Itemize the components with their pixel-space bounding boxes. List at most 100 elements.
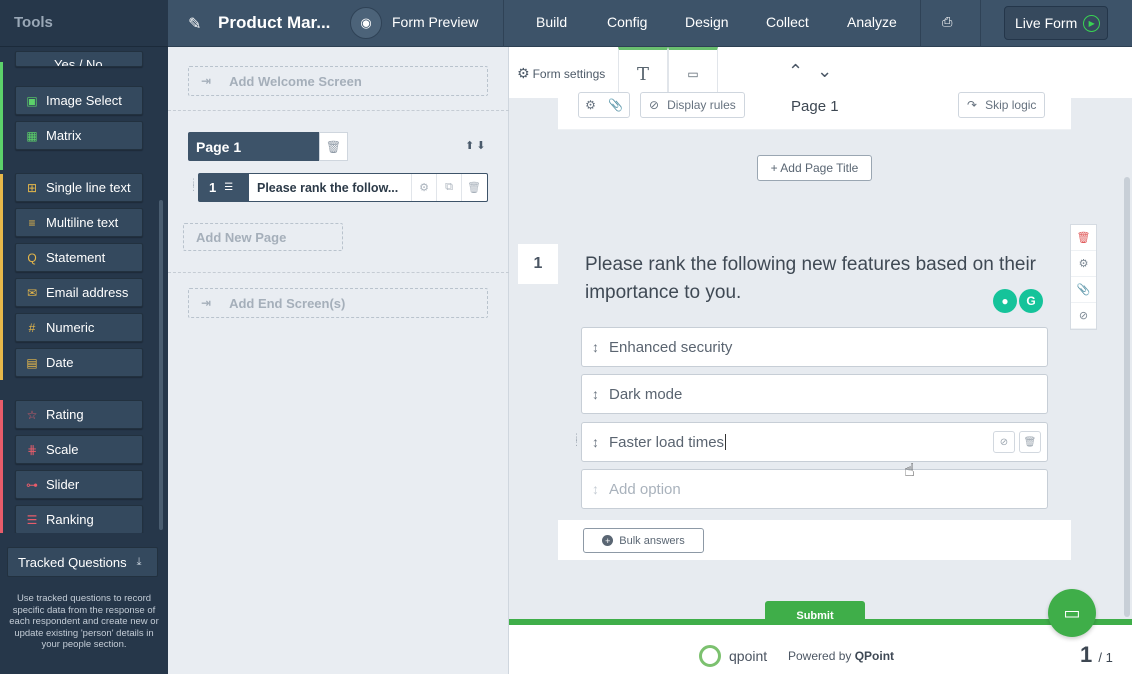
tracked-questions-description: Use tracked questions to record specific…: [9, 593, 159, 650]
tools-scrollbar[interactable]: [159, 200, 163, 530]
add-page-title-button[interactable]: + Add Page Title: [757, 155, 872, 181]
single-line-icon: ⊞: [26, 180, 38, 195]
move-page-icons[interactable]: ⬆⬇: [465, 139, 487, 152]
ranking-icon: ☰: [26, 512, 38, 527]
drag-vertical-icon[interactable]: ↕: [592, 434, 599, 450]
toggle-icon[interactable]: ▭: [668, 47, 718, 98]
copy-icon[interactable]: ⧉: [436, 174, 461, 201]
trash-icon[interactable]: 🗑: [1071, 225, 1096, 251]
trash-icon[interactable]: 🗑: [461, 174, 486, 201]
edit-icon[interactable]: ✎: [188, 14, 201, 34]
form-preview-link[interactable]: Form Preview: [392, 14, 478, 30]
add-new-page-button[interactable]: Add New Page: [183, 223, 343, 251]
tab-collect[interactable]: Collect: [766, 14, 809, 30]
tools-sidebar: Tools Yes / No ▣ Image Select ▦ Matrix ⊞…: [0, 0, 168, 674]
add-option-input[interactable]: ↕ Add option: [581, 469, 1048, 509]
display-rules-button[interactable]: ⊘ Display rules: [640, 92, 745, 118]
powered-by: Powered by QPoint: [788, 649, 895, 663]
skip-logic-button[interactable]: ↷ Skip logic: [958, 92, 1046, 118]
gear-icon[interactable]: ⚙: [1071, 251, 1096, 277]
structure-question-item[interactable]: 1 ☰ Please rank the follow... ⚙ ⧉ 🗑: [198, 173, 488, 202]
tool-single-line-text[interactable]: ⊞ Single line text: [15, 173, 143, 202]
image-icon: ▣: [26, 93, 38, 108]
live-form-button[interactable]: Live Form ▶: [1004, 6, 1108, 40]
sign-in-icon: ⇥: [201, 74, 212, 88]
plus-circle-icon: +: [602, 535, 614, 546]
grammarly-widget[interactable]: ● G: [991, 289, 1043, 313]
tab-build[interactable]: Build: [536, 14, 567, 30]
option-row[interactable]: ↕ Dark mode: [581, 374, 1048, 414]
ranking-icon: ☰: [224, 182, 234, 193]
tool-date[interactable]: ▤ Date: [15, 348, 143, 377]
print-icon[interactable]: ⎙: [942, 14, 952, 30]
page-counter: 1 / 1: [1080, 642, 1113, 667]
add-welcome-screen-button[interactable]: ⇥ Add Welcome Screen: [188, 66, 488, 96]
tool-multiline-text[interactable]: ≡ Multiline text: [15, 208, 143, 237]
email-icon: ✉: [26, 285, 38, 300]
add-end-screen-button[interactable]: ⇥ Add End Screen(s): [188, 288, 488, 318]
question-title[interactable]: Please rank the following new features b…: [585, 251, 1055, 307]
matrix-icon: ▦: [26, 128, 38, 143]
eye-off-icon[interactable]: ⊘: [1071, 303, 1096, 329]
question-nav-arrows[interactable]: ⌃⌄: [788, 61, 846, 82]
tool-matrix[interactable]: ▦ Matrix: [15, 121, 143, 150]
option-row[interactable]: ↕ Enhanced security: [581, 327, 1048, 367]
tab-config[interactable]: Config: [607, 14, 647, 30]
chat-icon[interactable]: ▭: [1048, 589, 1096, 637]
divider: [503, 0, 504, 47]
eye-icon[interactable]: ◉: [350, 7, 382, 39]
divider: [980, 0, 981, 47]
tab-design[interactable]: Design: [685, 14, 729, 30]
drag-vertical-icon[interactable]: ↕: [592, 339, 599, 355]
gear-icon[interactable]: ⚙: [585, 98, 596, 112]
qpoint-logo-icon: [699, 645, 721, 667]
tool-rating[interactable]: ☆ Rating: [15, 400, 143, 429]
bulk-answers-button[interactable]: + Bulk answers: [583, 528, 704, 553]
page-tools[interactable]: ⚙ 📎: [578, 92, 630, 118]
drag-vertical-icon[interactable]: ↕: [592, 386, 599, 402]
sign-in-icon: ⇥: [201, 296, 212, 310]
tools-list[interactable]: Yes / No ▣ Image Select ▦ Matrix ⊞ Singl…: [0, 48, 168, 533]
tab-analyze[interactable]: Analyze: [847, 14, 897, 30]
grammarly-icon[interactable]: G: [1019, 289, 1043, 313]
tool-numeric[interactable]: # Numeric: [15, 313, 143, 342]
page-tag[interactable]: Page 1: [188, 132, 319, 161]
trash-icon[interactable]: 🗑: [319, 132, 348, 161]
form-settings-button[interactable]: ⚙ Form settings: [517, 65, 605, 82]
form-canvas: ⚙ Form settings T ▭ ⌃⌄ ⚙ 📎 ⊘ Display rules …: [509, 47, 1132, 674]
tool-statement[interactable]: Q Statement: [15, 243, 143, 272]
canvas-scrollbar[interactable]: [1124, 177, 1130, 617]
tool-scale[interactable]: ⋕ Scale: [15, 435, 143, 464]
tool-yes-no[interactable]: Yes / No: [15, 51, 143, 67]
option-row-active[interactable]: ↕ Faster load times ⊘ 🗑: [581, 422, 1048, 462]
question-side-tools: 🗑 ⚙ 📎 ⊘: [1070, 224, 1097, 330]
drag-handle-icon[interactable]: ⋮ ⋮: [572, 433, 581, 447]
play-icon: ▶: [1083, 14, 1101, 32]
tool-slider[interactable]: ⊶ Slider: [15, 470, 143, 499]
date-icon: ▤: [26, 355, 38, 370]
paperclip-icon[interactable]: 📎: [1071, 277, 1096, 303]
tracked-questions-button[interactable]: Tracked Questions ⤓: [7, 547, 158, 577]
statement-icon: Q: [27, 250, 37, 265]
tool-image-select[interactable]: ▣ Image Select: [15, 86, 143, 115]
eye-off-icon[interactable]: ⊘: [993, 431, 1015, 453]
form-title[interactable]: Product Mar...: [218, 13, 330, 33]
tools-header: Tools: [0, 0, 168, 47]
download-icon: ⤓: [136, 555, 142, 568]
form-footer: qpoint Powered by QPoint 1 / 1: [509, 619, 1132, 674]
question-label: Please rank the follow...: [257, 180, 399, 195]
gear-icon: ⚙: [517, 65, 530, 81]
gear-icon[interactable]: ⚙: [411, 174, 436, 201]
star-icon: ☆: [26, 407, 38, 422]
drag-handle-icon[interactable]: ⋮ ⋮: [189, 178, 198, 192]
tool-ranking[interactable]: ☰ Ranking: [15, 505, 143, 533]
scale-icon: ⋕: [26, 442, 38, 457]
eye-off-icon: ⊘: [649, 98, 660, 112]
slider-icon: ⊶: [26, 477, 38, 492]
paperclip-icon[interactable]: 📎: [608, 98, 623, 112]
text-style-icon[interactable]: T: [618, 47, 668, 98]
tool-email-address[interactable]: ✉ Email address: [15, 278, 143, 307]
trash-icon[interactable]: 🗑: [1019, 431, 1041, 453]
lightbulb-icon[interactable]: ●: [993, 289, 1017, 313]
skip-icon: ↷: [967, 98, 978, 112]
